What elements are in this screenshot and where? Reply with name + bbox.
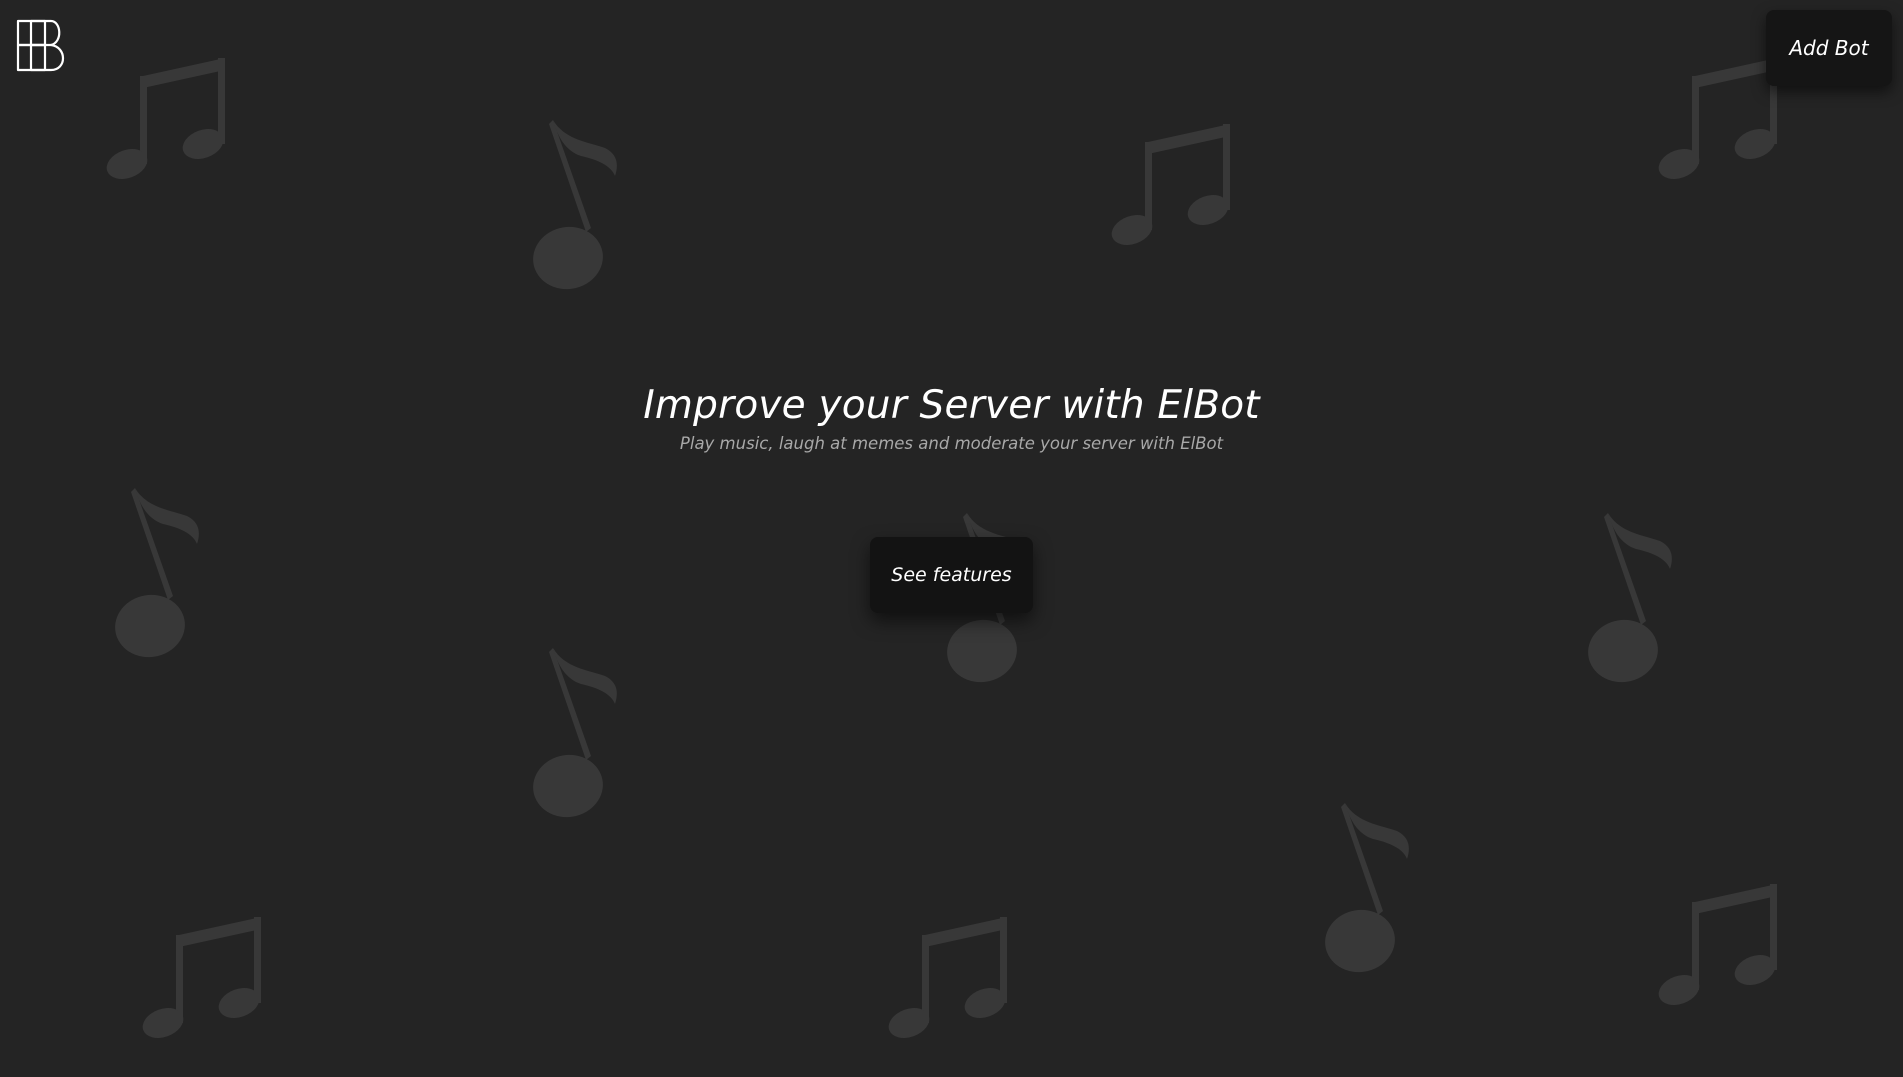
beamed-notes-icon (141, 917, 264, 1044)
eighth-note-icon (533, 648, 617, 823)
see-features-button[interactable]: See features (870, 537, 1033, 613)
beamed-notes-icon (1657, 884, 1780, 1011)
elbot-logo[interactable] (15, 18, 71, 74)
hero-section: Improve your Server with ElBot Play musi… (0, 383, 1903, 453)
add-bot-label: Add Bot (1789, 36, 1869, 60)
landing-page: Add Bot Improve your Server with ElBot P… (0, 0, 1903, 1077)
beamed-notes-icon (1110, 124, 1233, 251)
beamed-notes-icon (1657, 58, 1780, 185)
eighth-note-icon (1325, 803, 1409, 978)
hero-subtitle: Play music, laugh at memes and moderate … (679, 434, 1224, 453)
eighth-note-icon (1588, 513, 1672, 688)
beamed-notes-icon (105, 58, 228, 185)
see-features-label: See features (891, 564, 1012, 586)
add-bot-button[interactable]: Add Bot (1766, 10, 1892, 86)
hero-title: Improve your Server with ElBot (643, 383, 1260, 428)
eighth-note-icon (115, 488, 199, 663)
eighth-note-icon (533, 120, 617, 295)
beamed-notes-icon (887, 917, 1010, 1044)
